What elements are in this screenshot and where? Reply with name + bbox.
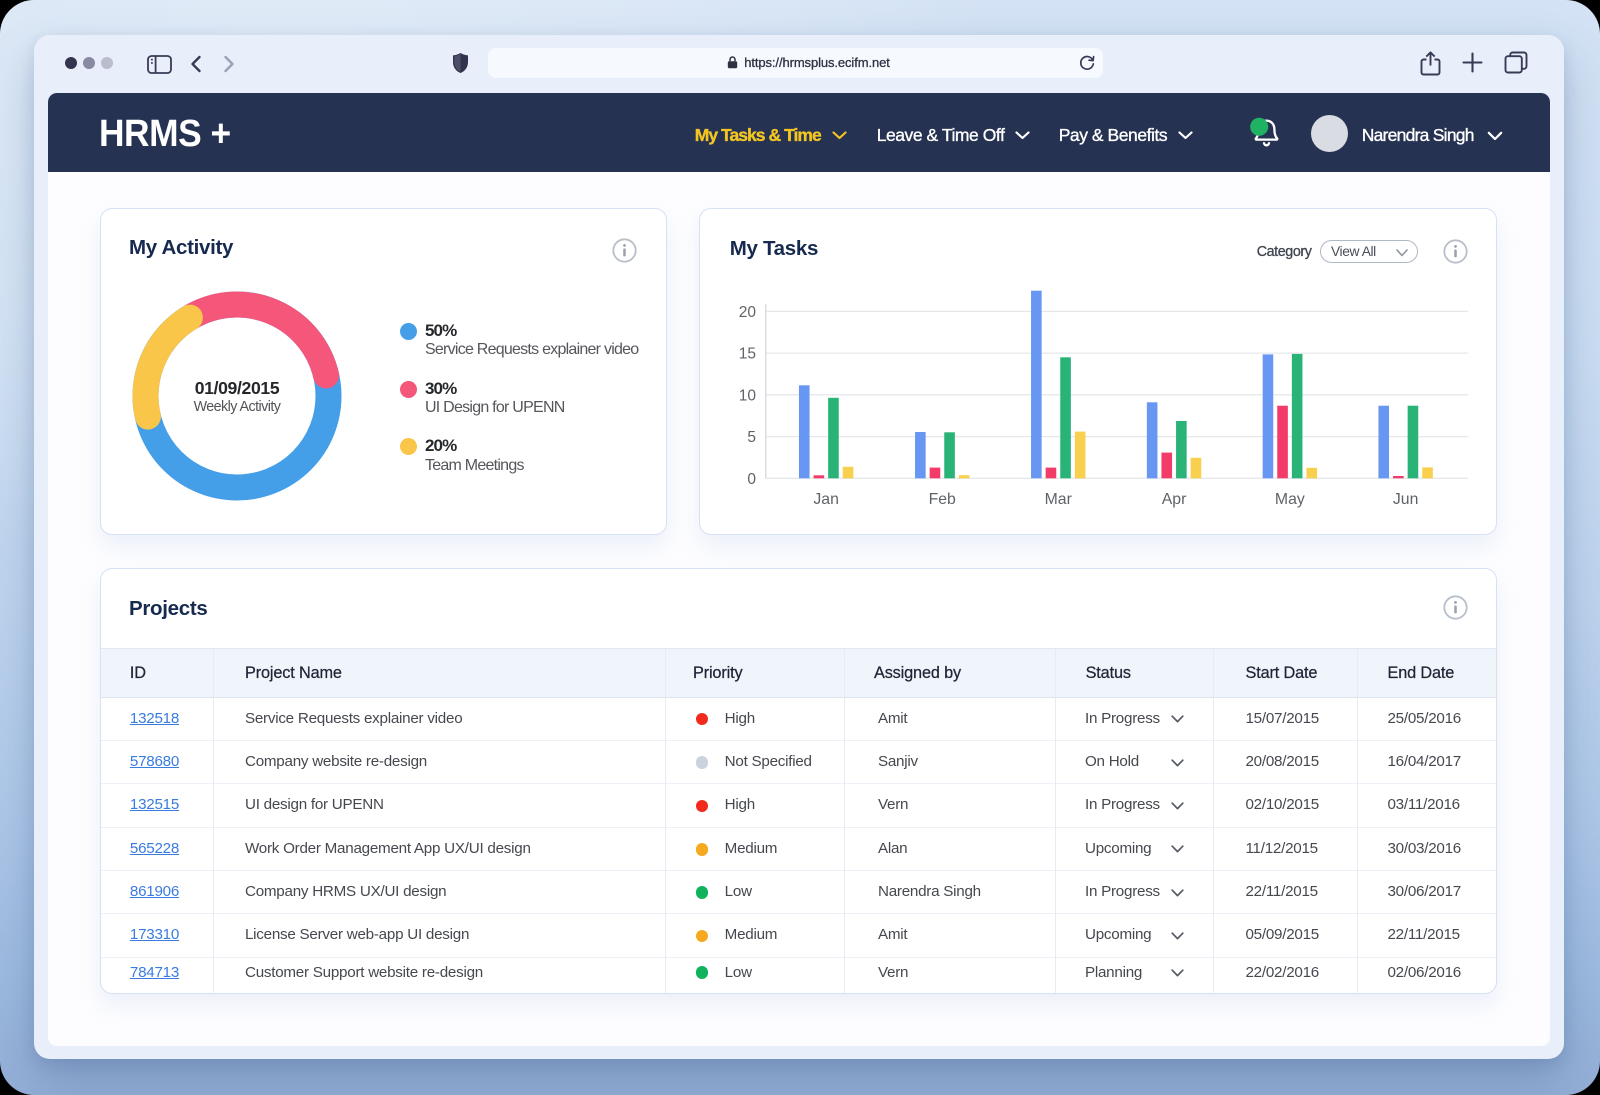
svg-text:Jan: Jan <box>813 491 838 508</box>
svg-text:Mar: Mar <box>1044 491 1071 508</box>
svg-text:5: 5 <box>747 429 756 446</box>
svg-text:Feb: Feb <box>928 491 955 508</box>
svg-text:0: 0 <box>747 471 756 488</box>
svg-text:Jun: Jun <box>1393 491 1418 508</box>
svg-text:20: 20 <box>738 304 756 321</box>
svg-text:10: 10 <box>738 387 756 404</box>
svg-text:May: May <box>1275 491 1305 508</box>
svg-text:Apr: Apr <box>1161 491 1186 508</box>
svg-text:15: 15 <box>738 346 755 363</box>
